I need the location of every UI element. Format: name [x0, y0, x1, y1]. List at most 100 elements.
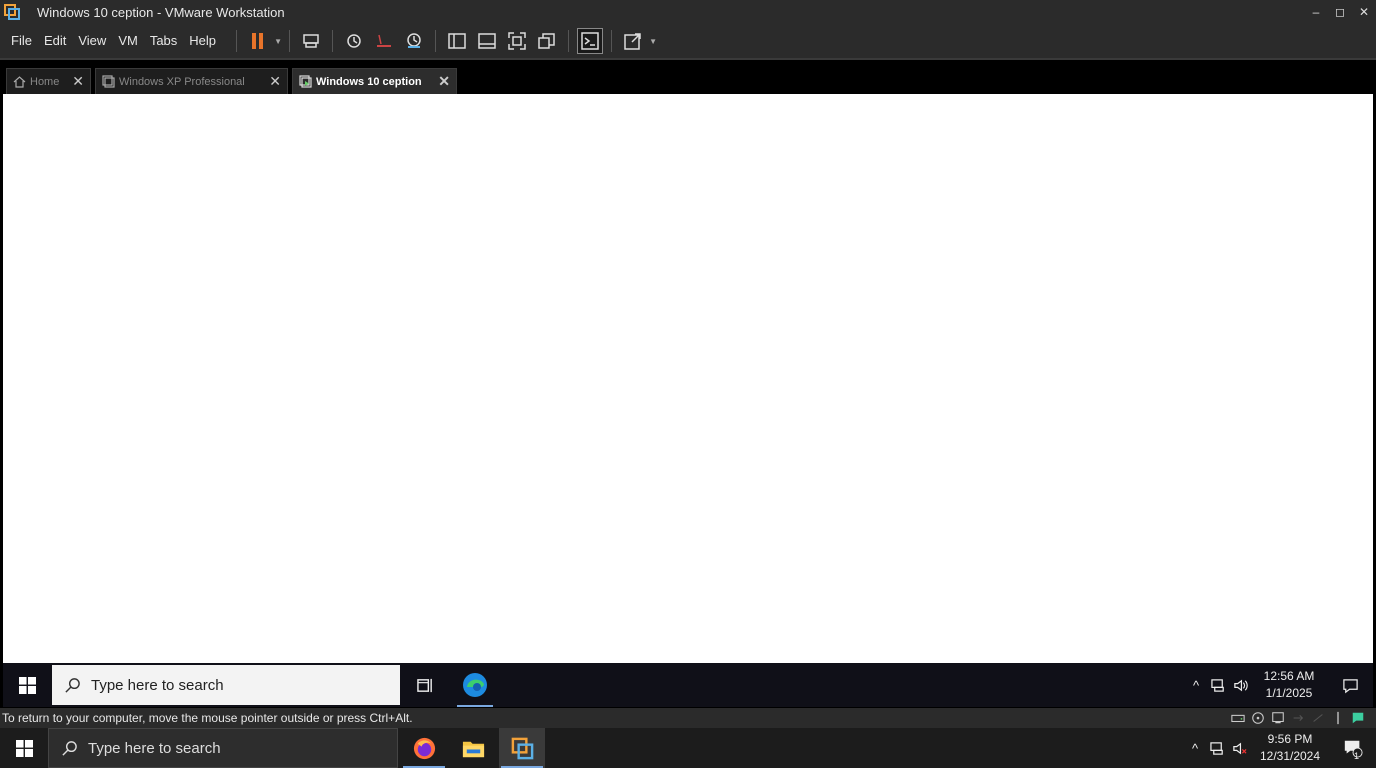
show-hidden-icons-chevron-icon[interactable]: ^ — [1185, 663, 1207, 707]
tab-close-button[interactable]: ✕ — [269, 73, 281, 90]
network-adapter-icon[interactable] — [1268, 708, 1288, 728]
vmware-logo-icon — [4, 4, 20, 20]
full-screen-icon — [508, 32, 526, 50]
host-taskbar: Type here to search ^ 9:56 PM 12/31/2024… — [0, 728, 1376, 768]
toolbar-separator — [611, 30, 613, 52]
menu-bar: File Edit View VM Tabs Help ▼ ▼ — [0, 24, 1376, 58]
volume-muted-icon[interactable] — [1228, 726, 1250, 768]
unity-icon — [538, 33, 555, 49]
console-view-icon — [581, 32, 599, 50]
windows-logo-icon — [18, 676, 36, 694]
toolbar-separator — [435, 30, 437, 52]
send-ctrl-alt-del-button[interactable] — [298, 28, 324, 54]
power-dropdown-arrow[interactable]: ▼ — [273, 28, 283, 54]
usb-icon[interactable] — [1288, 708, 1308, 728]
thumbnail-bar-icon — [478, 33, 496, 49]
device-status-icons — [1228, 708, 1368, 728]
window-title: Windows 10 ception - VMware Workstation — [37, 4, 285, 20]
host-system-tray: ^ 9:56 PM 12/31/2024 1 — [1184, 728, 1376, 768]
menu-view[interactable]: View — [72, 24, 112, 58]
guest-taskbar: Type here to search ^ 12:56 AM 1/1/2025 — [3, 663, 1373, 707]
pause-button[interactable] — [245, 28, 271, 54]
send-ctrl-alt-del-icon — [303, 34, 319, 48]
host-clock-date: 12/31/2024 — [1259, 749, 1321, 763]
host-clock-time: 9:56 PM — [1267, 732, 1313, 746]
vm-running-icon — [299, 75, 312, 88]
maximize-button[interactable]: ◻ — [1328, 0, 1352, 24]
menu-file[interactable]: File — [5, 24, 38, 58]
close-button[interactable]: ✕ — [1352, 0, 1376, 24]
tab-strip: Home ✕ Windows XP Professional ✕ Windows… — [0, 58, 1376, 94]
library-icon — [448, 33, 466, 49]
toolbar: ▼ ▼ — [230, 28, 658, 54]
tab-windows-10-ception[interactable]: Windows 10 ception ✕ — [292, 68, 457, 94]
firefox-icon — [413, 737, 435, 759]
sound-card-icon[interactable] — [1308, 708, 1328, 728]
toolbar-separator — [568, 30, 570, 52]
stretch-guest-button[interactable] — [620, 28, 646, 54]
snapshot-icon — [347, 34, 361, 48]
notification-count: 1 — [1353, 751, 1359, 761]
tab-label: Windows XP Professional — [119, 75, 245, 88]
vmware-icon — [511, 737, 533, 759]
stretch-dropdown-arrow[interactable]: ▼ — [648, 28, 658, 54]
taskbar-vmware-workstation[interactable] — [499, 728, 545, 768]
menu-edit[interactable]: Edit — [38, 24, 72, 58]
host-clock[interactable]: 9:56 PM 12/31/2024 — [1256, 731, 1324, 765]
unity-button[interactable] — [534, 28, 560, 54]
library-button[interactable] — [444, 28, 470, 54]
tab-label: Windows 10 ception — [316, 75, 422, 88]
snapshot-manager-button[interactable] — [401, 28, 427, 54]
menu-help[interactable]: Help — [183, 24, 222, 58]
host-notifications-button[interactable]: 1 — [1330, 726, 1376, 768]
revert-snapshot-icon — [377, 34, 392, 47]
window-controls: – ◻ ✕ — [1304, 0, 1376, 24]
guest-notifications-button[interactable] — [1327, 663, 1373, 707]
guest-clock-date: 1/1/2025 — [1265, 686, 1313, 700]
tab-close-button[interactable]: ✕ — [438, 73, 450, 90]
show-hidden-icons-chevron-icon[interactable]: ^ — [1184, 726, 1206, 768]
host-start-button[interactable] — [0, 728, 48, 768]
tab-close-button[interactable]: ✕ — [72, 73, 84, 90]
stretch-guest-icon — [624, 33, 641, 50]
title-bar: Windows 10 ception - VMware Workstation … — [0, 0, 1376, 24]
task-view-button[interactable] — [403, 663, 447, 707]
taskbar-edge[interactable] — [453, 663, 497, 707]
taskbar-file-explorer[interactable] — [450, 728, 496, 768]
message-log-icon[interactable] — [1348, 708, 1368, 728]
network-icon[interactable] — [1207, 663, 1229, 707]
menu-tabs[interactable]: Tabs — [144, 24, 183, 58]
task-view-icon — [416, 678, 432, 692]
host-search-box[interactable]: Type here to search — [48, 728, 398, 768]
guest-search-box[interactable]: Type here to search — [52, 665, 400, 705]
guest-clock[interactable]: 12:56 AM 1/1/2025 — [1255, 668, 1323, 702]
full-screen-button[interactable] — [504, 28, 530, 54]
guest-clock-time: 12:56 AM — [1263, 669, 1315, 683]
edge-icon — [463, 673, 487, 697]
snapshot-manager-icon — [407, 33, 421, 48]
minimize-button[interactable]: – — [1304, 0, 1328, 24]
revert-snapshot-button[interactable] — [371, 28, 397, 54]
toolbar-separator — [332, 30, 334, 52]
snapshot-button[interactable] — [341, 28, 367, 54]
notification-icon — [1342, 678, 1358, 693]
guest-start-button[interactable] — [3, 663, 51, 707]
menu-vm[interactable]: VM — [112, 24, 144, 58]
tab-home[interactable]: Home ✕ — [6, 68, 91, 94]
cd-dvd-icon[interactable] — [1248, 708, 1268, 728]
search-placeholder: Type here to search — [88, 739, 221, 757]
tab-label: Home — [30, 75, 60, 88]
thumbnail-bar-button[interactable] — [474, 28, 500, 54]
toolbar-separator — [289, 30, 291, 52]
guest-system-tray: ^ 12:56 AM 1/1/2025 — [1185, 663, 1373, 707]
tab-windows-xp[interactable]: Windows XP Professional ✕ — [95, 68, 288, 94]
separator-icon — [1328, 708, 1348, 728]
pause-icon — [252, 33, 264, 49]
network-icon[interactable] — [1206, 726, 1228, 768]
taskbar-firefox[interactable] — [401, 728, 447, 768]
vm-display[interactable] — [3, 94, 1373, 663]
console-view-button[interactable] — [577, 28, 604, 54]
volume-icon[interactable] — [1229, 663, 1251, 707]
hard-disk-icon[interactable] — [1228, 708, 1248, 728]
vm-icon — [102, 75, 115, 88]
